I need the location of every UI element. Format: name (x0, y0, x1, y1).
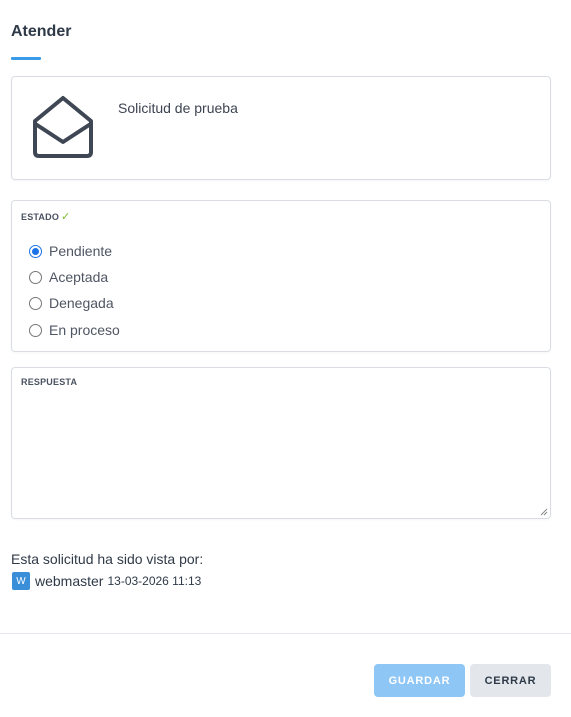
viewer-username: webmaster (35, 573, 104, 589)
avatar: W (12, 572, 30, 590)
check-icon: ✓ (61, 211, 71, 223)
radio-pendiente[interactable]: Pendiente (29, 242, 112, 260)
save-button[interactable]: GUARDAR (374, 664, 465, 697)
viewed-by-text: Esta solicitud ha sido vista por: (11, 551, 204, 567)
footer-divider (0, 633, 571, 634)
radio-label[interactable]: Aceptada (49, 269, 108, 285)
respuesta-textarea[interactable] (13, 393, 549, 517)
radio-label[interactable]: En proceso (49, 322, 120, 338)
respuesta-fieldset: RESPUESTA (11, 367, 551, 519)
radio-button[interactable] (29, 296, 42, 310)
estado-legend: ESTADO ✓ (21, 210, 70, 223)
radio-denegada[interactable]: Denegada (29, 294, 114, 312)
viewer-entry: W webmaster 13-03-2026 11:13 (12, 572, 201, 590)
radio-button-checked[interactable] (29, 244, 42, 258)
radio-en-proceso[interactable]: En proceso (29, 321, 120, 339)
resize-handle-icon[interactable] (540, 508, 548, 516)
radio-aceptada[interactable]: Aceptada (29, 268, 108, 286)
page-title: Atender (11, 23, 72, 40)
respuesta-legend: RESPUESTA (21, 377, 78, 387)
estado-legend-label: ESTADO (21, 212, 60, 222)
envelope-open-icon (33, 96, 93, 158)
radio-label[interactable]: Denegada (49, 295, 114, 311)
request-subject: Solicitud de prueba (118, 100, 238, 116)
radio-button[interactable] (29, 323, 42, 337)
radio-button[interactable] (29, 270, 42, 284)
estado-fieldset: ESTADO ✓ Pendiente Aceptada Denegada En p… (11, 200, 551, 352)
title-underline (11, 57, 41, 60)
close-button[interactable]: CERRAR (470, 664, 551, 697)
viewer-datetime: 13-03-2026 11:13 (107, 574, 202, 588)
request-card: Solicitud de prueba (11, 76, 551, 180)
radio-label[interactable]: Pendiente (49, 243, 112, 259)
